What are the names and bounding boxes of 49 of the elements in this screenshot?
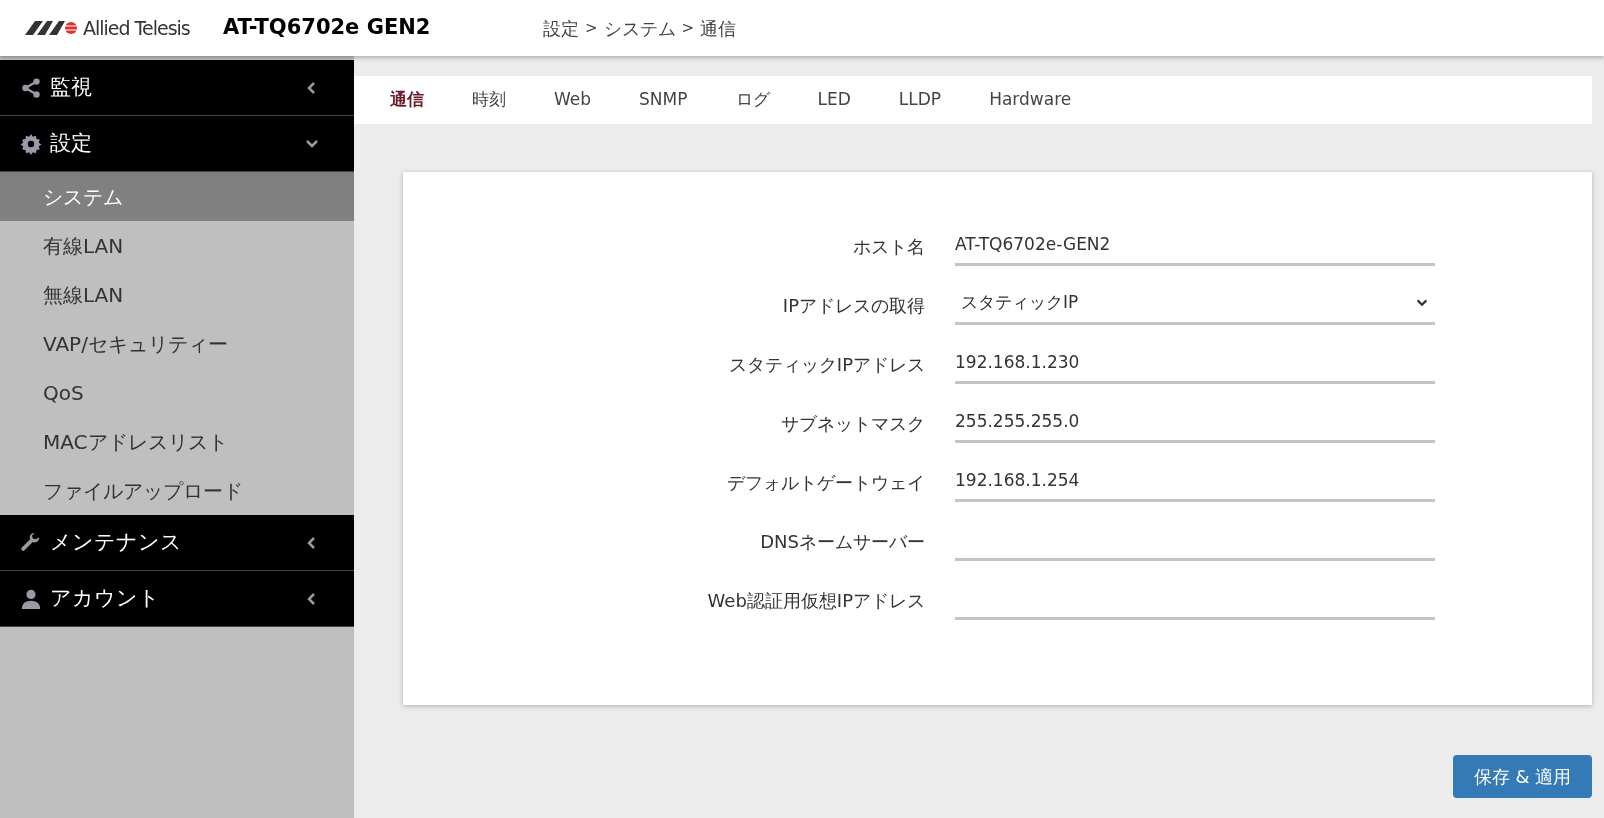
sidebar-item[interactable]: 無線LAN (0, 270, 354, 319)
select-value: スタティックIP (961, 290, 1079, 314)
sidebar-item[interactable]: QoS (0, 368, 354, 417)
device-model: AT-TQ6702e GEN2 (223, 14, 432, 42)
brand-name: Allied Telesis (83, 15, 190, 41)
sidebar-group[interactable]: メンテナンス (0, 515, 354, 571)
sidebar-group-label: アカウント (50, 584, 161, 612)
tab[interactable]: Hardware (965, 76, 1096, 124)
field-label: スタティックIPアドレス (727, 353, 926, 377)
sidebar-item[interactable]: システム (0, 172, 354, 221)
tab[interactable]: SNMP (615, 76, 712, 124)
breadcrumb-separator: > (585, 17, 598, 39)
select-field[interactable]: スタティックIP (955, 283, 1435, 325)
sidebar-group-label: 設定 (50, 129, 93, 157)
breadcrumb-item: 設定 (543, 16, 579, 41)
input-field[interactable]: 192.168.1.254 (955, 460, 1435, 502)
share-icon (20, 76, 42, 99)
input-field[interactable]: 192.168.1.230 (955, 342, 1435, 384)
field-label: サブネットマスク (780, 412, 926, 436)
tab[interactable]: 通信 (366, 76, 448, 124)
gear-icon (20, 132, 42, 155)
save-button[interactable]: 保存 & 適用 (1453, 755, 1592, 798)
wrench-icon (20, 531, 42, 554)
tab[interactable]: LLDP (874, 76, 966, 124)
field-label: DNSネームサーバー (759, 530, 926, 554)
breadcrumb-separator: > (681, 17, 695, 39)
input-field[interactable]: AT-TQ6702e-GEN2 (955, 224, 1435, 266)
field-label: デフォルトゲートウェイ (726, 471, 926, 495)
logo-icon (25, 21, 80, 35)
sidebar-group-label: 監視 (50, 73, 93, 101)
sidebar-item[interactable]: 有線LAN (0, 221, 354, 270)
sidebar-item[interactable]: VAP/セキュリティー (0, 319, 354, 368)
user-icon (20, 587, 42, 610)
tab[interactable]: 時刻 (448, 76, 530, 124)
field-label: Web認証用仮想IPアドレス (706, 589, 926, 613)
breadcrumb-item: システム (603, 16, 676, 41)
tab[interactable]: Web (530, 76, 616, 124)
tab[interactable]: ログ (711, 76, 794, 124)
field-label: ホスト名 (852, 235, 926, 259)
sidebar-group-label: メンテナンス (50, 528, 183, 556)
input-field[interactable]: 255.255.255.0 (955, 401, 1435, 443)
sidebar-item[interactable]: MACアドレスリスト (0, 417, 354, 466)
sidebar-group[interactable]: アカウント (0, 571, 354, 627)
sidebar-item[interactable]: ファイルアップロード (0, 466, 354, 515)
tab[interactable]: LED (793, 76, 875, 124)
field-label: IPアドレスの取得 (781, 294, 926, 318)
sidebar-group[interactable]: 監視 (0, 60, 354, 116)
breadcrumb-item: 通信 (700, 16, 737, 41)
sidebar-group[interactable]: 設定 (0, 116, 354, 172)
